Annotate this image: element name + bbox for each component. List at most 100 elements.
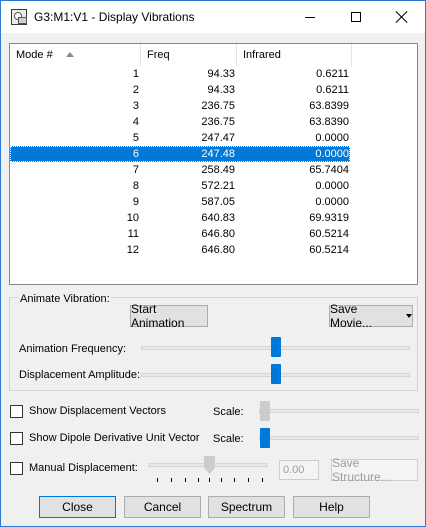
- list-row[interactable]: 12 646.80 60.5214: [10, 242, 417, 258]
- close-icon: [396, 11, 408, 23]
- window-title: G3:M1:V1 - Display Vibrations: [34, 10, 195, 24]
- mode-cell: 8: [132, 180, 139, 192]
- infrared-cell: 0.0000: [315, 196, 349, 208]
- infrared-cell: 0.6211: [316, 84, 349, 96]
- freq-cell: 646.80: [201, 228, 235, 240]
- column-header-mode-label: Mode #: [16, 49, 53, 61]
- infrared-cell: 0.0000: [315, 132, 349, 144]
- column-header-mode[interactable]: Mode #: [10, 44, 141, 66]
- slider-tick: [209, 478, 210, 482]
- slider-tick: [234, 478, 235, 482]
- save-movie-label: Save Movie...: [330, 302, 373, 330]
- save-movie-button[interactable]: Save Movie...: [329, 302, 413, 330]
- freq-cell: 640.83: [201, 212, 235, 224]
- manual-displacement-label: Manual Displacement:: [29, 462, 138, 474]
- mode-cell: 1: [132, 68, 139, 80]
- show-displacement-vectors-checkbox[interactable]: [10, 405, 23, 418]
- freq-cell: 236.75: [201, 116, 235, 128]
- show-displacement-vectors-label: Show Displacement Vectors: [29, 405, 166, 417]
- show-dipole-derivative-label: Show Dipole Derivative Unit Vector: [29, 432, 200, 444]
- column-header-infrared[interactable]: Infrared: [237, 44, 352, 66]
- dipole-scale-track[interactable]: [259, 436, 419, 440]
- freq-cell: 572.21: [201, 180, 235, 192]
- manual-displacement-value[interactable]: 0.00: [279, 460, 319, 480]
- column-header-freq-label: Freq: [147, 49, 170, 61]
- mode-cell: 10: [126, 212, 139, 224]
- mode-cell: 12: [126, 244, 139, 256]
- column-header-freq[interactable]: Freq: [141, 44, 237, 66]
- start-animation-button[interactable]: Start Animation: [130, 302, 208, 330]
- mode-cell: 6: [132, 148, 139, 160]
- infrared-cell: 60.5214: [309, 244, 349, 256]
- displacement-scale-slider[interactable]: [260, 401, 270, 421]
- freq-cell: 94.33: [207, 68, 235, 80]
- column-header-infrared-label: Infrared: [243, 49, 281, 61]
- animation-frequency-label: Animation Frequency:: [19, 343, 126, 355]
- animate-vibration-label: Animate Vibration:: [19, 293, 111, 305]
- manual-displacement-slider[interactable]: [204, 456, 215, 474]
- freq-cell: 94.33: [207, 84, 235, 96]
- slider-tick: [198, 478, 199, 482]
- list-row[interactable]: 7 258.49 65.7404: [10, 162, 417, 178]
- list-row[interactable]: 10 640.83 69.9319: [10, 210, 417, 226]
- mode-cell: 3: [132, 100, 139, 112]
- list-row[interactable]: 11 646.80 60.5214: [10, 226, 417, 242]
- animation-frequency-slider[interactable]: [271, 337, 281, 357]
- spectrum-button[interactable]: Spectrum: [208, 496, 285, 518]
- list-row[interactable]: 3 236.75 63.8399: [10, 98, 417, 114]
- minimize-button[interactable]: [287, 1, 333, 33]
- slider-tick: [157, 478, 158, 482]
- infrared-cell: 63.8399: [309, 100, 349, 112]
- list-row[interactable]: 2 94.33 0.6211: [10, 82, 417, 98]
- title-bar[interactable]: G3:M1:V1 - Display Vibrations: [1, 1, 425, 33]
- list-header: Mode # Freq Infrared: [10, 44, 417, 66]
- displacement-amplitude-label: Displacement Amplitude:: [19, 369, 141, 381]
- cancel-button[interactable]: Cancel: [124, 496, 201, 518]
- slider-tick: [171, 478, 172, 482]
- freq-cell: 258.49: [201, 164, 235, 176]
- help-button[interactable]: Help: [293, 496, 370, 518]
- infrared-cell: 69.9319: [309, 212, 349, 224]
- app-icon[interactable]: [11, 9, 27, 25]
- mode-cell: 9: [132, 196, 139, 208]
- show-dipole-derivative-checkbox[interactable]: [10, 432, 23, 445]
- close-window-button[interactable]: [379, 1, 425, 33]
- freq-cell: 236.75: [201, 100, 235, 112]
- save-structure-button[interactable]: Save Structure...: [331, 456, 418, 484]
- list-row[interactable]: 6 247.48 0.0000: [10, 146, 350, 162]
- freq-cell: 646.80: [201, 244, 235, 256]
- slider-tick: [185, 478, 186, 482]
- maximize-button[interactable]: [333, 1, 379, 33]
- close-button[interactable]: Close: [39, 496, 116, 518]
- manual-displacement-checkbox[interactable]: [10, 462, 23, 475]
- maximize-icon: [351, 12, 361, 22]
- infrared-cell: 0.6211: [316, 68, 349, 80]
- slider-tick: [221, 478, 222, 482]
- mode-cell: 2: [132, 84, 139, 96]
- list-row[interactable]: 8 572.21 0.0000: [10, 178, 417, 194]
- dipole-scale-label: Scale:: [213, 433, 244, 445]
- dropdown-arrow-icon: [406, 314, 412, 318]
- display-vibrations-window: G3:M1:V1 - Display Vibrations Mode # Fre…: [0, 0, 426, 527]
- list-row[interactable]: 9 587.05 0.0000: [10, 194, 417, 210]
- list-row[interactable]: 5 247.47 0.0000: [10, 130, 417, 146]
- sort-ascending-icon: [66, 52, 74, 57]
- slider-tick: [248, 478, 249, 482]
- mode-cell: 11: [127, 228, 139, 240]
- vibration-modes-list[interactable]: Mode # Freq Infrared 1 94.33 0.6211 2 94.33 0…: [9, 43, 418, 285]
- displacement-scale-label: Scale:: [213, 406, 244, 418]
- infrared-cell: 0.0000: [315, 180, 349, 192]
- list-row[interactable]: 1 94.33 0.6211: [10, 66, 417, 82]
- minimize-icon: [305, 16, 315, 18]
- list-row[interactable]: 4 236.75 63.8390: [10, 114, 417, 130]
- infrared-cell: 60.5214: [309, 228, 349, 240]
- mode-cell: 7: [132, 164, 139, 176]
- freq-cell: 247.48: [201, 148, 235, 160]
- mode-cell: 5: [132, 132, 139, 144]
- displacement-amplitude-slider[interactable]: [271, 364, 281, 384]
- displacement-scale-track[interactable]: [259, 409, 419, 413]
- list-rows: 1 94.33 0.6211 2 94.33 0.6211 3 236.75 63.8399 4 2…: [10, 66, 417, 258]
- dipole-scale-slider[interactable]: [260, 428, 270, 448]
- infrared-cell: 63.8390: [309, 116, 349, 128]
- mode-cell: 4: [132, 116, 139, 128]
